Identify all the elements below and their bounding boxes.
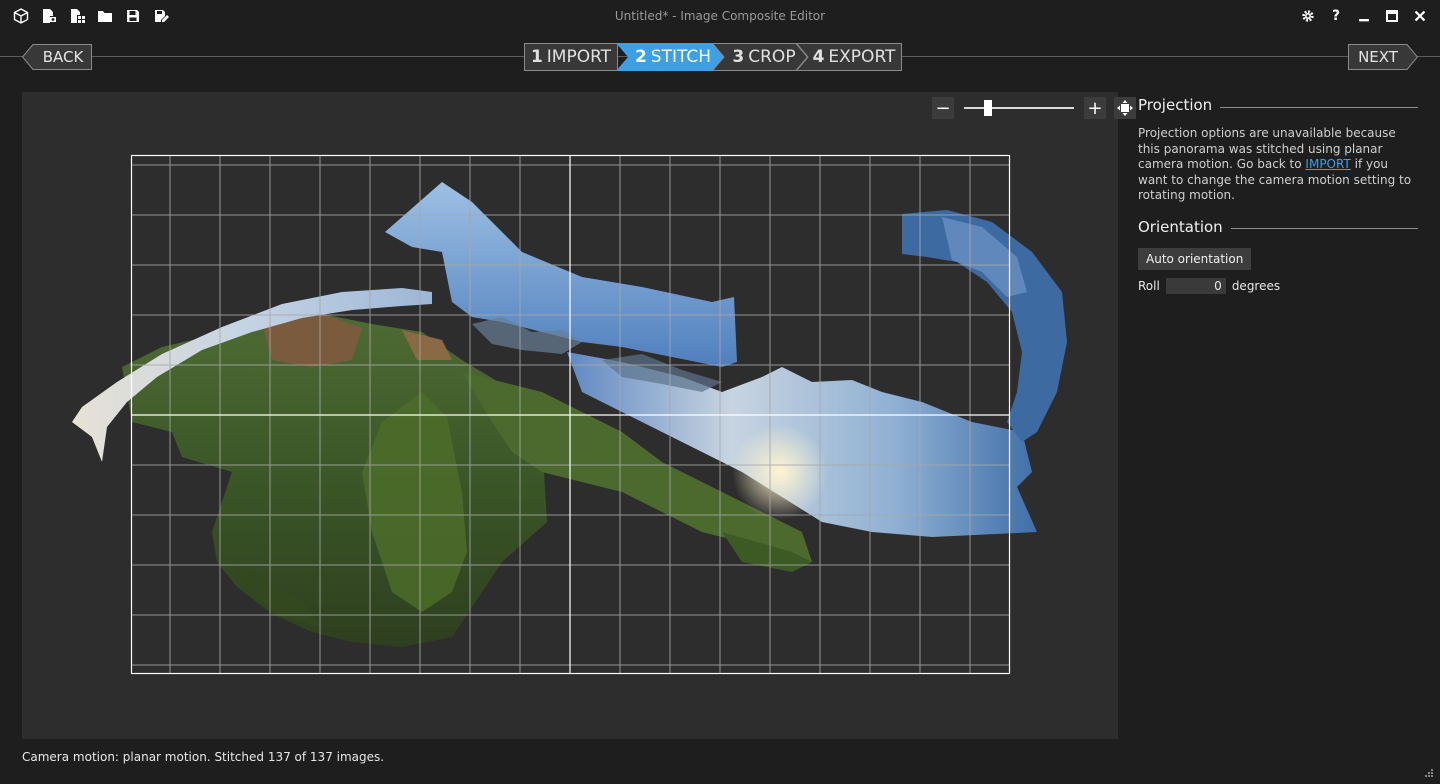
step-crop-label: CROP xyxy=(748,47,796,67)
orientation-title: Orientation xyxy=(1138,217,1223,236)
step-export-number: 4 xyxy=(812,47,825,67)
zoom-slider[interactable] xyxy=(964,97,1074,119)
zoom-out-button[interactable]: − xyxy=(932,97,954,119)
orientation-section-header: Orientation xyxy=(1138,218,1418,236)
step-crop[interactable]: 3 CROP xyxy=(712,43,808,71)
step-crop-number: 3 xyxy=(732,47,745,67)
settings-panel: Projection Projection options are unavai… xyxy=(1138,96,1418,294)
section-rule xyxy=(1230,228,1418,229)
zoom-slider-thumb[interactable] xyxy=(984,100,992,116)
status-text: Camera motion: planar motion. Stitched 1… xyxy=(22,750,385,764)
step-stitch[interactable]: 2 STITCH xyxy=(616,43,724,71)
zoom-in-button[interactable]: + xyxy=(1084,97,1106,119)
fit-to-window-icon[interactable] xyxy=(1114,97,1136,119)
roll-unit: degrees xyxy=(1231,278,1281,293)
projection-title: Projection xyxy=(1138,96,1213,114)
roll-row: Roll degrees xyxy=(1138,277,1418,294)
wizard-steps: 1 IMPORT 2 STITCH 3 CROP 4 EXPORT xyxy=(524,43,902,71)
settings-icon[interactable] xyxy=(1298,6,1318,26)
section-rule xyxy=(1220,106,1418,108)
step-import[interactable]: 1 IMPORT xyxy=(524,43,618,71)
projection-description: Projection options are unavailable becau… xyxy=(1138,126,1418,204)
back-button[interactable]: BACK xyxy=(22,44,92,70)
step-export[interactable]: 4 EXPORT xyxy=(796,43,902,71)
title-bar: Untitled* - Image Composite Editor ? xyxy=(0,0,1440,34)
step-export-label: EXPORT xyxy=(828,47,896,67)
auto-orientation-button[interactable]: Auto orientation xyxy=(1138,247,1252,270)
zoom-slider-track xyxy=(964,107,1074,109)
roll-input[interactable] xyxy=(1165,277,1226,294)
back-button-label: BACK xyxy=(42,48,84,66)
projection-section-header: Projection xyxy=(1138,96,1418,114)
roll-label: Roll xyxy=(1138,278,1160,293)
import-link[interactable]: IMPORT xyxy=(1305,157,1350,171)
help-icon[interactable]: ? xyxy=(1326,6,1346,26)
stitch-canvas[interactable]: − + xyxy=(22,92,1136,739)
next-button-label: NEXT xyxy=(1358,48,1398,66)
window-controls: ? xyxy=(1298,6,1430,26)
next-button[interactable]: NEXT xyxy=(1348,44,1418,70)
maximize-icon[interactable] xyxy=(1382,6,1402,26)
resize-grip-icon[interactable] xyxy=(1424,768,1434,778)
step-stitch-label: STITCH xyxy=(650,47,712,67)
step-stitch-number: 2 xyxy=(634,47,647,67)
panorama-preview xyxy=(72,154,1067,675)
zoom-control: − + xyxy=(932,97,1136,119)
step-import-label: IMPORT xyxy=(546,47,612,67)
minimize-icon[interactable] xyxy=(1354,6,1374,26)
window-title: Untitled* - Image Composite Editor xyxy=(614,9,826,23)
close-icon[interactable] xyxy=(1410,6,1430,26)
step-import-number: 1 xyxy=(530,47,543,67)
